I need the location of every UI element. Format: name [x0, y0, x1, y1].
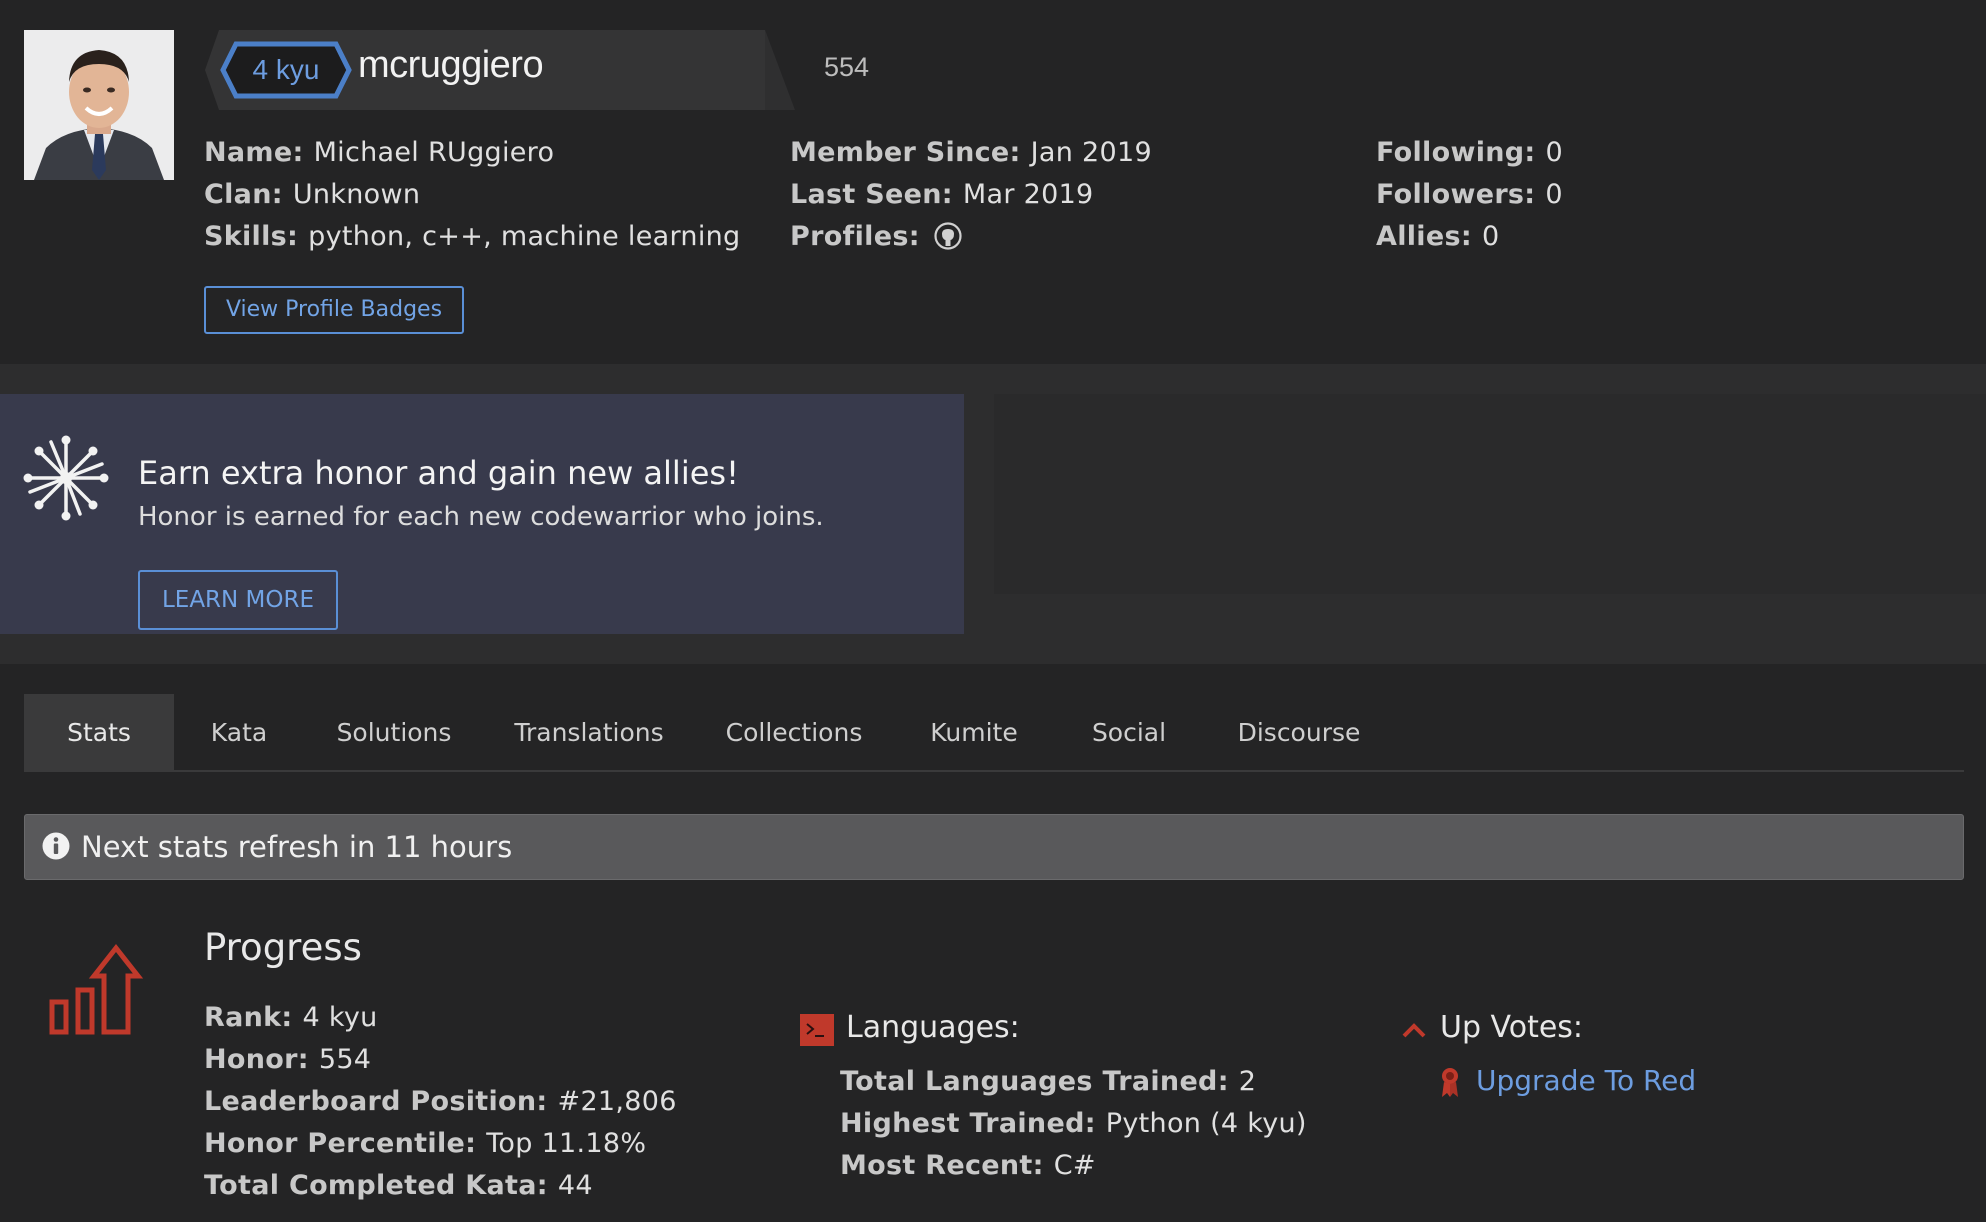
info-label: Member Since: [790, 137, 1021, 168]
info-label: Skills: [204, 221, 299, 252]
stat-label: Total Completed Kata: [204, 1170, 548, 1201]
info-value: Michael RUggiero [313, 137, 555, 168]
stat-row-honor: Honor: 554 [204, 1039, 677, 1081]
promo-subtitle: Honor is earned for each new codewarrior… [138, 502, 824, 532]
info-label: Profiles: [790, 221, 920, 252]
progress-chart-icon [49, 943, 144, 1035]
stat-value: 554 [318, 1044, 372, 1075]
info-row-member-since: Member Since: Jan 2019 [790, 132, 1152, 174]
profile-info-column-2: Member Since: Jan 2019 Last Seen: Mar 2019… [790, 132, 1152, 258]
honor-score: 554 [824, 52, 870, 82]
stat-label: Leaderboard Position: [204, 1086, 548, 1117]
tab-stats[interactable]: Stats [24, 694, 174, 772]
progress-title: Progress [204, 926, 362, 969]
info-icon [42, 832, 70, 860]
info-value: python, c++, machine learning [308, 221, 741, 252]
stat-label: Honor: [204, 1044, 309, 1075]
info-value: Jan 2019 [1030, 137, 1152, 168]
view-profile-badges-button[interactable]: View Profile Badges [204, 286, 464, 334]
info-value: 0 [1545, 179, 1563, 210]
stat-row-highest-trained: Highest Trained: Python (4 kyu) [840, 1103, 1307, 1145]
info-value: Mar 2019 [962, 179, 1094, 210]
tab-social[interactable]: Social [1054, 694, 1204, 772]
learn-more-button[interactable]: LEARN MORE [138, 570, 338, 630]
stat-row-percentile: Honor Percentile: Top 11.18% [204, 1123, 677, 1165]
username: mcruggiero [358, 44, 544, 86]
progress-stats: Rank: 4 kyu Honor: 554 Leaderboard Positio… [204, 997, 677, 1207]
tab-kata[interactable]: Kata [174, 694, 304, 772]
stat-value: 4 kyu [302, 1002, 378, 1033]
stat-value: 44 [557, 1170, 593, 1201]
info-row-last-seen: Last Seen: Mar 2019 [790, 174, 1152, 216]
upvotes-title: Up Votes: [1440, 1010, 1584, 1045]
info-label: Allies: [1376, 221, 1472, 252]
terminal-icon [800, 1014, 834, 1046]
stat-row-most-recent: Most Recent: C# [840, 1145, 1307, 1187]
notice-text: Next stats refresh in 11 hours [81, 830, 513, 864]
info-row-following: Following: 0 [1376, 132, 1563, 174]
stat-value: Top 11.18% [486, 1128, 647, 1159]
info-label: Last Seen: [790, 179, 953, 210]
profile-info-column-3: Following: 0 Followers: 0 Allies: 0 [1376, 132, 1563, 258]
info-row-profiles: Profiles: [790, 216, 1152, 258]
github-icon[interactable] [934, 221, 962, 250]
info-value: Unknown [292, 179, 421, 210]
stat-value: 2 [1238, 1066, 1257, 1097]
stat-value: C# [1053, 1150, 1096, 1181]
stat-value: #21,806 [557, 1086, 677, 1117]
tab-kumite[interactable]: Kumite [894, 694, 1054, 772]
stat-label: Highest Trained: [840, 1108, 1096, 1139]
stat-row-leaderboard: Leaderboard Position: #21,806 [204, 1081, 677, 1123]
info-row-name: Name: Michael RUggiero [204, 132, 740, 174]
info-row-followers: Followers: 0 [1376, 174, 1563, 216]
stats-refresh-notice: Next stats refresh in 11 hours [24, 814, 1964, 880]
info-value: 0 [1545, 137, 1563, 168]
promo-band: Earn extra honor and gain new allies! Ho… [0, 364, 1986, 664]
profile-info-column-1: Name: Michael RUggiero Clan: Unknown Skill… [204, 132, 740, 258]
avatar[interactable] [24, 30, 174, 180]
stat-row-completed-kata: Total Completed Kata: 44 [204, 1165, 677, 1207]
stat-label: Rank: [204, 1002, 293, 1033]
tab-discourse[interactable]: Discourse [1204, 694, 1394, 772]
avatar-image [24, 30, 174, 180]
stat-row-languages-trained: Total Languages Trained: 2 [840, 1061, 1307, 1103]
name-banner: 4 kyu mcruggiero [205, 30, 795, 110]
profile-tabs: Stats Kata Solutions Translations Collec… [24, 694, 1964, 772]
tab-solutions[interactable]: Solutions [304, 694, 484, 772]
info-value: 0 [1481, 221, 1500, 252]
stat-label: Honor Percentile: [204, 1128, 477, 1159]
profile-header: 4 kyu mcruggiero 554 Name: Michael RUggie… [0, 0, 1986, 364]
info-label: Followers: [1376, 179, 1536, 210]
stat-value: Python (4 kyu) [1105, 1108, 1307, 1139]
promo-card: Earn extra honor and gain new allies! Ho… [0, 394, 964, 634]
promo-title: Earn extra honor and gain new allies! [138, 454, 739, 492]
info-row-allies: Allies: 0 [1376, 216, 1563, 258]
stat-row-rank: Rank: 4 kyu [204, 997, 677, 1039]
tab-translations[interactable]: Translations [484, 694, 694, 772]
ad-placeholder [994, 394, 1986, 594]
stat-label: Most Recent: [840, 1150, 1044, 1181]
tab-collections[interactable]: Collections [694, 694, 894, 772]
network-icon [23, 435, 109, 521]
languages-stats: Total Languages Trained: 2 Highest Traine… [840, 1061, 1307, 1187]
ribbon-icon [1442, 1068, 1458, 1097]
rank-label: 4 kyu [252, 54, 320, 85]
rank-badge: 4 kyu [220, 41, 352, 99]
stat-label: Total Languages Trained: [840, 1066, 1229, 1097]
languages-title: Languages: [846, 1010, 1020, 1045]
chevron-up-icon [1402, 1023, 1426, 1038]
upgrade-to-red-link[interactable]: Upgrade To Red [1476, 1064, 1696, 1097]
info-label: Clan: [204, 179, 283, 210]
info-label: Name: [204, 137, 304, 168]
info-row-skills: Skills: python, c++, machine learning [204, 216, 740, 258]
info-label: Following: [1376, 137, 1536, 168]
info-row-clan: Clan: Unknown [204, 174, 740, 216]
